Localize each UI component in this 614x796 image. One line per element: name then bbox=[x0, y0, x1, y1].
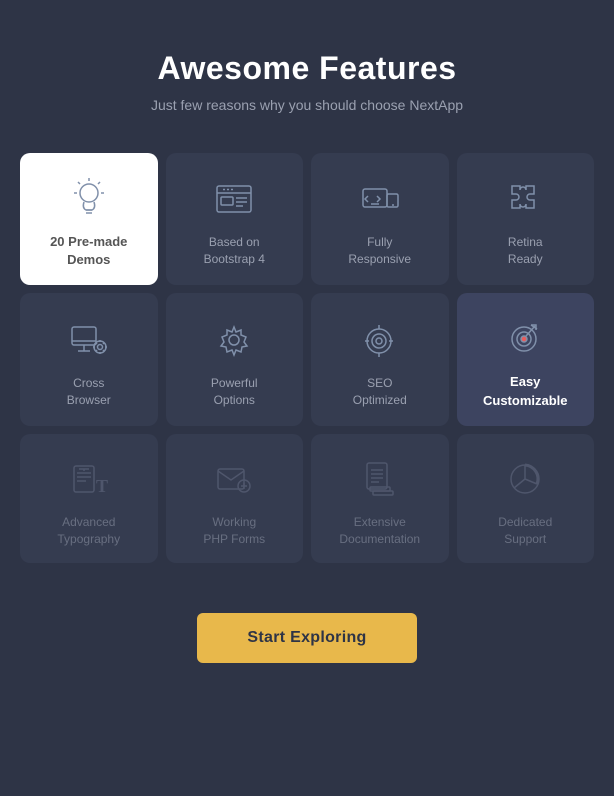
responsive-icon bbox=[355, 174, 405, 224]
target-red-icon bbox=[500, 313, 550, 363]
easy-label: EasyCustomizable bbox=[483, 373, 568, 409]
feature-card-support[interactable]: DedicatedSupport bbox=[457, 434, 595, 564]
bulb-icon bbox=[64, 173, 114, 223]
document-icon bbox=[355, 454, 405, 504]
feature-card-demos[interactable]: 20 Pre-madeDemos bbox=[20, 153, 158, 285]
feature-card-phpforms[interactable]: WorkingPHP Forms bbox=[166, 434, 304, 564]
page-subtitle: Just few reasons why you should choose N… bbox=[151, 97, 463, 113]
feature-card-seo[interactable]: SEOOptimized bbox=[311, 293, 449, 425]
start-exploring-button[interactable]: Start Exploring bbox=[197, 613, 416, 663]
feature-card-crossbrowser[interactable]: CrossBrowser bbox=[20, 293, 158, 425]
monitor-icon bbox=[64, 315, 114, 365]
svg-text:T: T bbox=[96, 476, 108, 496]
demos-label: 20 Pre-madeDemos bbox=[50, 233, 127, 269]
crossbrowser-label: CrossBrowser bbox=[67, 375, 111, 409]
features-grid: 20 Pre-madeDemos Based onBootstrap 4 bbox=[20, 153, 594, 563]
feature-card-powerful[interactable]: PowerfulOptions bbox=[166, 293, 304, 425]
seo-label: SEOOptimized bbox=[353, 375, 407, 409]
feature-card-easy[interactable]: EasyCustomizable bbox=[457, 293, 595, 425]
phpforms-label: WorkingPHP Forms bbox=[203, 514, 265, 548]
responsive-label: FullyResponsive bbox=[348, 234, 411, 268]
target-icon bbox=[355, 315, 405, 365]
gear-icon bbox=[209, 315, 259, 365]
typography-icon: T bbox=[64, 454, 114, 504]
feature-card-bootstrap[interactable]: Based onBootstrap 4 bbox=[166, 153, 304, 285]
browser-icon bbox=[209, 174, 259, 224]
bootstrap-label: Based onBootstrap 4 bbox=[204, 234, 265, 268]
powerful-label: PowerfulOptions bbox=[211, 375, 258, 409]
feature-card-docs[interactable]: ExtensiveDocumentation bbox=[311, 434, 449, 564]
page-title: Awesome Features bbox=[157, 50, 456, 87]
puzzle-icon bbox=[500, 174, 550, 224]
feature-card-responsive[interactable]: FullyResponsive bbox=[311, 153, 449, 285]
envelope-icon bbox=[209, 454, 259, 504]
support-label: DedicatedSupport bbox=[498, 514, 552, 548]
typography-label: AdvancedTypography bbox=[57, 514, 120, 548]
feature-card-typography[interactable]: T AdvancedTypography bbox=[20, 434, 158, 564]
docs-label: ExtensiveDocumentation bbox=[339, 514, 420, 548]
feature-card-retina[interactable]: RetinaReady bbox=[457, 153, 595, 285]
retina-label: RetinaReady bbox=[508, 234, 543, 268]
chart-icon bbox=[500, 454, 550, 504]
